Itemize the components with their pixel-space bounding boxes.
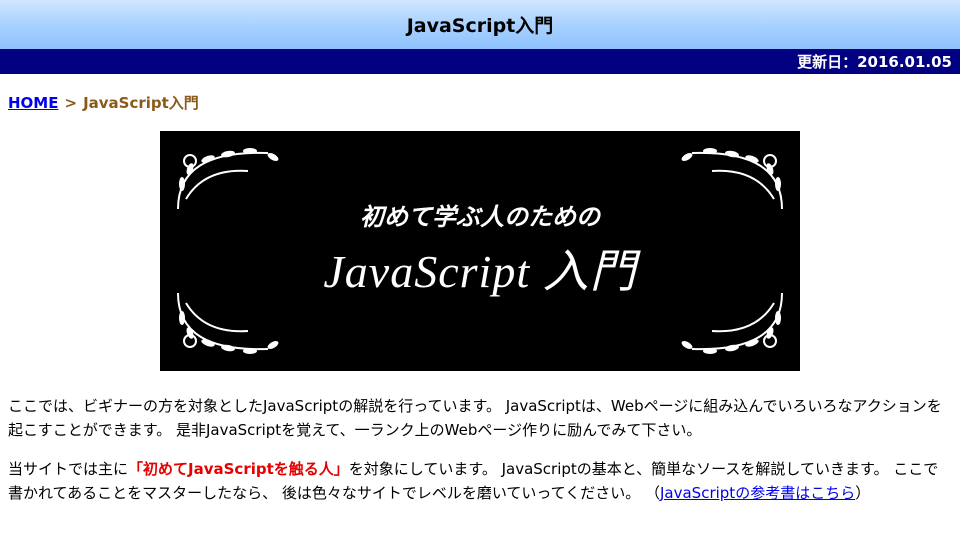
banner-main-title: JavaScript 入門 xyxy=(323,246,637,297)
update-date-bar: 更新日：2016.01.05 xyxy=(0,49,960,74)
intro-paragraph: ここでは、ビギナーの方を対象としたJavaScriptの解説を行っています。 J… xyxy=(8,397,942,439)
p2-text-after: ） xyxy=(855,484,871,502)
p2-text-before: 当サイトでは主に xyxy=(8,460,129,478)
title-banner-image: 初めて学ぶ人のための JavaScript 入門 xyxy=(160,131,800,371)
breadcrumb-current: JavaScript入門 xyxy=(83,94,199,112)
breadcrumb-home-link[interactable]: HOME xyxy=(8,94,58,112)
breadcrumb-separator: > xyxy=(64,93,78,112)
breadcrumb: HOME > JavaScript入門 xyxy=(8,92,199,113)
highlight-text: 「初めてJavaScriptを触る人」 xyxy=(128,460,349,478)
page-header: JavaScript入門 xyxy=(0,0,960,49)
page-title: JavaScript入門 xyxy=(406,15,554,37)
update-date: 更新日：2016.01.05 xyxy=(797,53,952,71)
target-audience-paragraph: 当サイトでは主に「初めてJavaScriptを触る人」を対象にしています。 Ja… xyxy=(8,457,952,505)
reference-books-link[interactable]: JavaScriptの参考書はこちら xyxy=(660,484,855,502)
banner-subtitle: 初めて学ぶ人のための xyxy=(360,202,600,231)
